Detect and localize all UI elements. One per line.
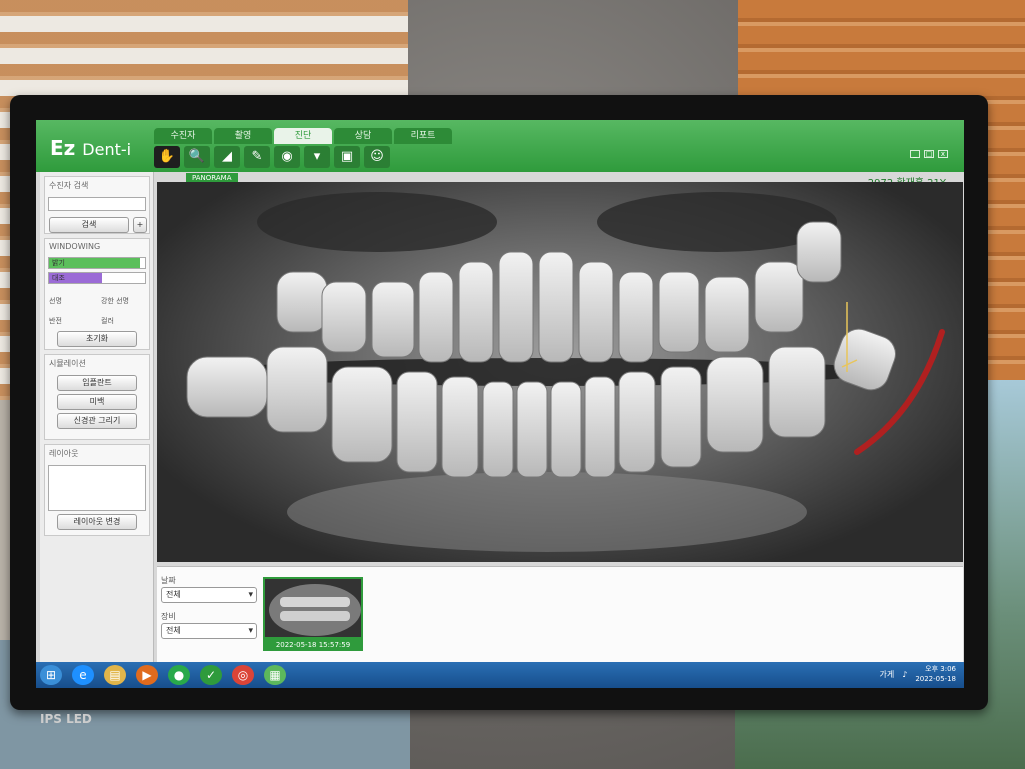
device-filter-select[interactable]: 전체 [161, 623, 257, 639]
brightness-slider[interactable]: 밝기 [48, 257, 146, 269]
simulation-panel: 시뮬레이션 임플란트 미백 신경관 그리기 [44, 354, 150, 440]
hand-icon[interactable]: ✋ [154, 146, 180, 168]
thumbnail-image [269, 584, 361, 636]
option-strong-sharpen[interactable]: 강한 선명 [101, 296, 149, 306]
reset-button[interactable]: 초기화 [57, 331, 137, 347]
maximize-icon[interactable]: □ [924, 150, 934, 158]
compare-icon[interactable]: ▣ [334, 146, 360, 168]
patient-search-panel: 수진자 검색 검색 + [44, 176, 150, 234]
option-invert[interactable]: 반전 [49, 316, 97, 326]
capture-icon[interactable]: ◉ [274, 146, 300, 168]
thumbnail-date: 2022-05-18 15:57:59 [263, 639, 363, 651]
image-toolbar: ✋ 🔍 ◢ ✎ ◉ ▾ ▣ ☺ [154, 146, 390, 168]
taskbar-clock[interactable]: 오후 3:06 2022-05-18 [915, 664, 956, 684]
face-icon[interactable]: ☺ [364, 146, 390, 168]
device-filter-label: 장비 [161, 612, 176, 621]
windowing-title: WINDOWING [49, 242, 101, 251]
layout-title: 레이아웃 [49, 449, 79, 458]
dropdown-icon[interactable]: ▾ [304, 146, 330, 168]
patient-search-input[interactable] [48, 197, 146, 211]
green-app-icon[interactable]: ● [168, 665, 190, 685]
patient-search-title: 수진자 검색 [49, 181, 89, 190]
tray-label[interactable]: 가게 [879, 669, 894, 680]
speaker-icon[interactable]: ♪ [902, 670, 907, 679]
magnifier-icon[interactable]: 🔍 [184, 146, 210, 168]
windows-taskbar: ⊞ e ▤ ▶ ● ✓ ◎ ▦ 가게 ♪ 오후 3:06 2022-05-18 [36, 662, 964, 688]
xray-drawing [186, 192, 945, 552]
logo-sub: Dent-i [82, 140, 132, 159]
windowing-panel: WINDOWING 밝기 대조 선명 강한 선명 반전 컬러 초기화 [44, 238, 150, 350]
clock-time: 오후 3:06 [925, 665, 956, 673]
viewer-icon[interactable]: ▦ [264, 665, 286, 685]
layout-panel: 레이아웃 레이아웃 변경 [44, 444, 150, 536]
tab-report[interactable]: 리포트 [394, 128, 452, 144]
tab-patient[interactable]: 수진자 [154, 128, 212, 144]
simulation-title: 시뮬레이션 [49, 359, 86, 368]
logo-main: Ez [50, 136, 76, 160]
brightness-label: 밝기 [52, 259, 65, 267]
date-filter-label: 날짜 [161, 576, 176, 585]
ie-icon[interactable]: e [72, 665, 94, 685]
panoramic-xray[interactable] [157, 182, 963, 562]
taskbar-icons: ⊞ e ▤ ▶ ● ✓ ◎ ▦ [40, 665, 286, 685]
app-header: Ez Dent-i 수진자 촬영 진단 상담 리포트 ✋ 🔍 ◢ ✎ ◉ ▾ ▣… [36, 120, 964, 172]
nerve-canal-button[interactable]: 신경관 그리기 [57, 413, 137, 429]
minimize-icon[interactable]: _ [910, 150, 920, 158]
sidebar: 수진자 검색 검색 + WINDOWING 밝기 대조 선명 강한 선명 반전 컬러… [40, 172, 154, 662]
app-logo: Ez Dent-i [50, 136, 131, 160]
system-tray: 가게 ♪ 오후 3:06 2022-05-18 [879, 664, 956, 684]
layout-change-button[interactable]: 레이아웃 변경 [57, 514, 137, 530]
contrast-slider[interactable]: 대조 [48, 272, 146, 284]
chrome-icon[interactable]: ◎ [232, 665, 254, 685]
date-filter-select[interactable]: 전체 [161, 587, 257, 603]
tab-diagnosis[interactable]: 진단 [274, 128, 332, 144]
image-browser: 날짜 전체 장비 전체 2022-05-18 15:57:59 [157, 566, 963, 662]
tab-consult[interactable]: 상담 [334, 128, 392, 144]
clock-date: 2022-05-18 [915, 675, 956, 683]
folder-icon[interactable]: ▤ [104, 665, 126, 685]
tab-capture[interactable]: 촬영 [214, 128, 272, 144]
pen-icon[interactable]: ✎ [244, 146, 270, 168]
media-icon[interactable]: ▶ [136, 665, 158, 685]
contrast-label: 대조 [52, 274, 65, 282]
xray-thumbnail[interactable] [263, 577, 363, 639]
screen: Ez Dent-i 수진자 촬영 진단 상담 리포트 ✋ 🔍 ◢ ✎ ◉ ▾ ▣… [36, 120, 964, 688]
monitor-model-label: IPS LED [40, 712, 92, 726]
start-icon[interactable]: ⊞ [40, 665, 62, 685]
implant-button[interactable]: 임플란트 [57, 375, 137, 391]
layout-preview[interactable] [48, 465, 146, 511]
close-icon[interactable]: x [938, 150, 948, 158]
option-sharpen[interactable]: 선명 [49, 296, 97, 306]
whitening-button[interactable]: 미백 [57, 394, 137, 410]
main-tabs: 수진자 촬영 진단 상담 리포트 [154, 128, 454, 144]
add-button[interactable]: + [133, 217, 147, 233]
angle-icon[interactable]: ◢ [214, 146, 240, 168]
ezdent-icon[interactable]: ✓ [200, 665, 222, 685]
search-button[interactable]: 검색 [49, 217, 129, 233]
window-controls: _ □ x [910, 150, 948, 158]
option-color[interactable]: 컬러 [101, 316, 149, 326]
